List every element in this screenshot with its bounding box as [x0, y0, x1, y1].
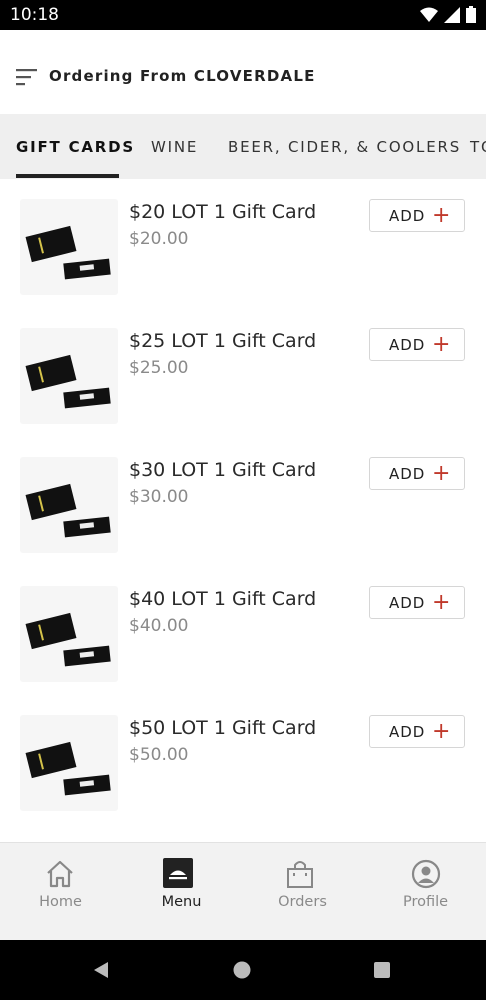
add-button-label: ADD [389, 336, 426, 354]
add-button[interactable]: ADD + [369, 199, 465, 232]
nav-menu[interactable]: Menu [121, 843, 242, 941]
product-price: $25.00 [129, 358, 189, 378]
product-item[interactable]: $30 LOT 1 Gift Card $30.00 ADD + [0, 437, 486, 566]
tab-beer-cider-coolers[interactable]: BEER, CIDER, & COOLERS [228, 138, 461, 156]
nav-home[interactable]: Home [0, 843, 121, 941]
add-button[interactable]: ADD + [369, 328, 465, 361]
product-price: $40.00 [129, 616, 189, 636]
shopping-bag-icon [287, 861, 313, 888]
product-item[interactable]: $40 LOT 1 Gift Card $40.00 ADD + [0, 566, 486, 695]
status-time: 10:18 [10, 5, 59, 25]
menu-tray-icon [163, 858, 193, 888]
signal-icon [444, 6, 460, 23]
plus-icon: + [432, 461, 451, 486]
gift-card-image [20, 715, 118, 811]
gift-card-image [20, 586, 118, 682]
product-name: $30 LOT 1 Gift Card [129, 459, 317, 481]
nav-profile-label: Profile [402, 894, 449, 910]
status-bar: 10:18 [0, 0, 486, 30]
add-button-label: ADD [389, 465, 426, 483]
plus-icon: + [432, 332, 451, 357]
home-circle-icon[interactable] [233, 961, 251, 979]
page-title: Ordering From CLOVERDALE [49, 67, 316, 85]
menu-lines-icon[interactable] [16, 68, 38, 86]
add-button-label: ADD [389, 594, 426, 612]
tab-partial[interactable]: TO [470, 138, 486, 156]
tab-wine[interactable]: WINE [151, 138, 198, 156]
plus-icon: + [432, 203, 451, 228]
back-icon[interactable] [92, 961, 110, 979]
add-button[interactable]: ADD + [369, 715, 465, 748]
product-name: $25 LOT 1 Gift Card [129, 330, 317, 352]
plus-icon: + [432, 590, 451, 615]
nav-profile[interactable]: Profile [365, 843, 486, 941]
gift-card-image [20, 457, 118, 553]
nav-menu-label: Menu [161, 894, 202, 910]
gift-card-image [20, 328, 118, 424]
product-name: $40 LOT 1 Gift Card [129, 588, 317, 610]
product-item[interactable]: $20 LOT 1 Gift Card $20.00 ADD + [0, 179, 486, 308]
nav-home-label: Home [39, 894, 82, 910]
add-button[interactable]: ADD + [369, 586, 465, 619]
add-button-label: ADD [389, 723, 426, 741]
app-header: Ordering From CLOVERDALE [0, 30, 486, 114]
bottom-nav: Home Menu Orders Profile [0, 842, 486, 941]
profile-icon [411, 859, 441, 889]
recents-icon[interactable] [373, 961, 391, 979]
product-item[interactable]: $50 LOT 1 Gift Card $50.00 ADD + [0, 695, 486, 824]
add-button[interactable]: ADD + [369, 457, 465, 490]
active-tab-indicator [16, 174, 119, 178]
category-tabs: GIFT CARDS WINE BEER, CIDER, & COOLERS T… [0, 114, 486, 179]
wifi-icon [420, 7, 438, 22]
system-nav-bar [0, 940, 486, 1000]
add-button-label: ADD [389, 207, 426, 225]
nav-orders[interactable]: Orders [242, 843, 363, 941]
home-icon [47, 860, 73, 888]
battery-icon [466, 6, 476, 23]
nav-orders-label: Orders [278, 894, 327, 910]
product-price: $20.00 [129, 229, 189, 249]
product-name: $50 LOT 1 Gift Card [129, 717, 317, 739]
gift-card-image [20, 199, 118, 295]
product-item[interactable]: $25 LOT 1 Gift Card $25.00 ADD + [0, 308, 486, 437]
plus-icon: + [432, 719, 451, 744]
product-name: $20 LOT 1 Gift Card [129, 201, 317, 223]
product-price: $30.00 [129, 487, 189, 507]
tab-gift-cards[interactable]: GIFT CARDS [16, 138, 135, 156]
status-icons [420, 6, 476, 23]
product-price: $50.00 [129, 745, 189, 765]
